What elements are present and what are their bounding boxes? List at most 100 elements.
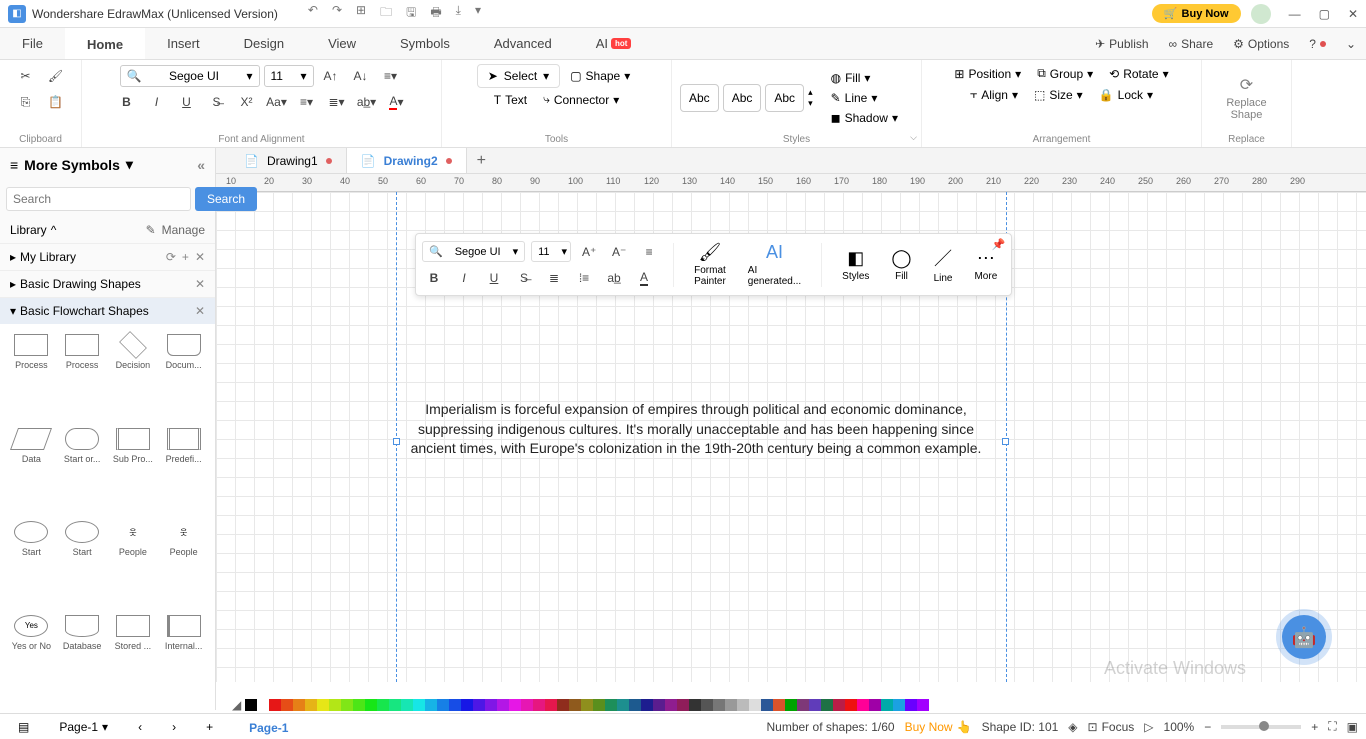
chevron-up-icon[interactable]: ^ — [51, 223, 57, 237]
color-swatch[interactable] — [725, 699, 737, 711]
shape-subpro[interactable]: Sub Pro... — [108, 424, 159, 518]
bullet-icon[interactable]: ≣▾ — [324, 90, 350, 114]
cut-icon[interactable]: ✂ — [13, 64, 39, 88]
symbols-tab[interactable]: Symbols — [378, 28, 472, 59]
color-swatch[interactable] — [497, 699, 509, 711]
new-icon[interactable]: ⊞ — [356, 3, 366, 24]
advanced-tab[interactable]: Advanced — [472, 28, 574, 59]
redo-icon[interactable]: ↷ — [332, 3, 342, 24]
float-font-combo[interactable]: 🔍Segoe UI▾ — [422, 241, 525, 262]
close-icon[interactable]: ✕ — [195, 277, 205, 291]
lock-button[interactable]: 🔒 Lock▾ — [1093, 86, 1159, 104]
color-swatch[interactable] — [917, 699, 929, 711]
style-preset-3[interactable]: Abc — [765, 84, 804, 112]
color-swatch[interactable] — [605, 699, 617, 711]
float-underline-icon[interactable]: U — [482, 267, 506, 289]
color-swatch[interactable] — [341, 699, 353, 711]
format-painter-button[interactable]: 🖌Format Painter — [686, 240, 734, 289]
zoom-in-button[interactable]: + — [1311, 720, 1318, 734]
float-italic-icon[interactable]: I — [452, 267, 476, 289]
document-tab-1[interactable]: 📄 Drawing1 — [230, 148, 347, 173]
library-label[interactable]: Library — [10, 223, 47, 237]
shape-startor[interactable]: Start or... — [57, 424, 108, 518]
options-button[interactable]: ⚙Options — [1223, 28, 1299, 59]
dropdown-icon[interactable]: ▾ — [475, 3, 481, 24]
more-symbols-label[interactable]: More Symbols — [24, 157, 120, 173]
color-swatch[interactable] — [329, 699, 341, 711]
eyedropper-icon[interactable]: ◢ — [232, 698, 241, 712]
document-tab-2[interactable]: 📄 Drawing2 — [347, 148, 467, 173]
underline-icon[interactable]: U — [174, 90, 200, 114]
superscript-icon[interactable]: X² — [234, 90, 260, 114]
play-button[interactable]: ▷ — [1144, 720, 1153, 734]
chevron-up-icon[interactable]: ▴ — [808, 87, 813, 98]
style-preset-1[interactable]: Abc — [680, 84, 719, 112]
color-swatch[interactable] — [593, 699, 605, 711]
shape-yesorno[interactable]: YesYes or No — [6, 611, 57, 705]
color-swatch[interactable] — [641, 699, 653, 711]
selection-handle-right[interactable] — [1002, 438, 1009, 445]
shape-stored[interactable]: Stored ... — [108, 611, 159, 705]
color-swatch[interactable] — [281, 699, 293, 711]
float-increase-font-icon[interactable]: A⁺ — [577, 241, 601, 263]
color-swatch[interactable] — [845, 699, 857, 711]
color-swatch[interactable] — [617, 699, 629, 711]
color-swatch[interactable] — [557, 699, 569, 711]
color-swatch[interactable] — [545, 699, 557, 711]
color-swatch[interactable] — [401, 699, 413, 711]
next-page-button[interactable]: › — [162, 720, 186, 734]
print-icon[interactable]: 🖶 — [430, 3, 441, 24]
font-name-combo[interactable]: 🔍Segoe UI▾ — [120, 65, 260, 87]
shape-database[interactable]: Database — [57, 611, 108, 705]
float-font-color-icon[interactable]: A — [632, 267, 656, 289]
fit-page-button[interactable]: ⛶ — [1328, 719, 1336, 734]
color-swatch[interactable] — [269, 699, 281, 711]
shadow-button[interactable]: ◼ Shadow▾ — [825, 109, 904, 127]
color-swatch[interactable] — [521, 699, 533, 711]
design-tab[interactable]: Design — [222, 28, 306, 59]
save-icon[interactable]: 🖫 — [406, 3, 416, 24]
increase-font-icon[interactable]: A↑ — [318, 64, 344, 88]
color-swatch[interactable] — [653, 699, 665, 711]
font-size-combo[interactable]: 11▾ — [264, 65, 314, 87]
search-button[interactable]: Search — [195, 187, 257, 211]
maximize-icon[interactable]: ▢ — [1319, 7, 1330, 21]
user-avatar[interactable] — [1251, 4, 1271, 24]
line-spacing-icon[interactable]: ≡▾ — [294, 90, 320, 114]
font-color-icon[interactable]: A▾ — [384, 90, 410, 114]
fill-button[interactable]: ◍ Fill▾ — [825, 69, 904, 87]
add-icon[interactable]: + — [182, 250, 189, 264]
color-swatch[interactable] — [773, 699, 785, 711]
page-tab[interactable]: Page-1 — [233, 719, 304, 735]
connector-button[interactable]: ⤷ Connector▾ — [537, 90, 625, 109]
shape-docum[interactable]: Docum... — [158, 330, 209, 424]
shape-process[interactable]: Process — [6, 330, 57, 424]
refresh-icon[interactable]: ⟳ — [166, 250, 176, 264]
page-layout-button[interactable]: ▤ — [8, 720, 39, 734]
shape-start[interactable]: Start — [57, 517, 108, 611]
color-swatch[interactable] — [305, 699, 317, 711]
float-align-icon[interactable]: ≡ — [637, 241, 661, 263]
float-size-combo[interactable]: 11▾ — [531, 241, 571, 262]
float-fill-button[interactable]: ◯Fill — [883, 246, 919, 284]
expand-styles-icon[interactable]: ⌵ — [910, 132, 917, 143]
color-swatch[interactable] — [533, 699, 545, 711]
float-bold-icon[interactable]: B — [422, 267, 446, 289]
selected-text-shape[interactable]: Imperialism is forceful expansion of emp… — [396, 400, 996, 459]
shape-decision[interactable]: Decision — [108, 330, 159, 424]
add-page-button[interactable]: + — [196, 720, 223, 734]
float-line-button[interactable]: ／Line — [926, 243, 961, 286]
buy-now-link[interactable]: Buy Now 👆 — [905, 720, 972, 734]
color-swatch[interactable] — [821, 699, 833, 711]
color-swatch[interactable] — [581, 699, 593, 711]
color-swatch[interactable] — [389, 699, 401, 711]
color-swatch[interactable] — [737, 699, 749, 711]
color-swatch[interactable] — [425, 699, 437, 711]
rotate-button[interactable]: ⟲ Rotate▾ — [1103, 65, 1174, 83]
float-highlight-icon[interactable]: ab̲ — [602, 267, 626, 289]
color-swatch[interactable] — [461, 699, 473, 711]
color-swatch[interactable] — [701, 699, 713, 711]
format-painter-icon[interactable]: 🖌 — [43, 64, 69, 88]
chat-assistant-button[interactable]: 🤖 — [1282, 615, 1326, 659]
float-decrease-font-icon[interactable]: A⁻ — [607, 241, 631, 263]
